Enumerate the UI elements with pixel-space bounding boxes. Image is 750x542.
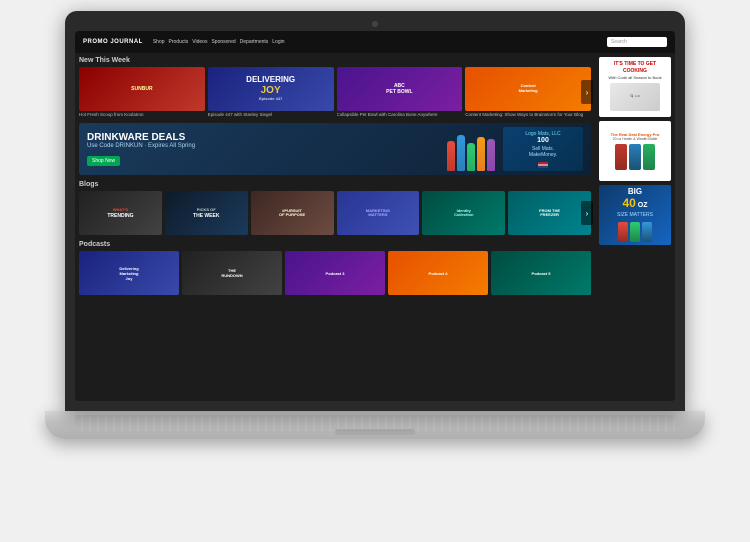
banner-title: DRINKWARE DEALS <box>87 132 439 143</box>
thumb-img-3: ABCPET BOWL <box>337 67 463 111</box>
screen-bezel: PROMO JOURNAL Shop Products Videos Spons… <box>65 11 685 411</box>
screen: PROMO JOURNAL Shop Products Videos Spons… <box>75 31 675 401</box>
nav-logo: PROMO JOURNAL <box>83 39 143 45</box>
podcast-2[interactable]: THERUNDOWN <box>182 251 282 295</box>
blog-4[interactable]: MARKETINGMATTERS <box>337 191 420 235</box>
search-placeholder: Search <box>611 39 627 45</box>
thumb-item-2[interactable]: DELIVERING JOY Episode 447 Episode 447 w… <box>208 67 334 117</box>
sidebar-ad-1[interactable]: IT'S TIME TO GET COOKING With Code all S… <box>599 57 671 117</box>
next-arrow[interactable]: › <box>581 80 593 104</box>
banner-section: DRINKWARE DEALS Use Code DRINKUN · Expir… <box>79 123 591 175</box>
thumb-item-3[interactable]: ABCPET BOWL Collapsible Pet Bowl with Ca… <box>337 67 463 117</box>
laptop-base <box>45 411 705 439</box>
thumb-item-4[interactable]: ContentMarketing Content Marketing: Show… <box>465 67 591 117</box>
nav-sponsored[interactable]: Sponsored <box>211 39 235 45</box>
blogs-grid: WHAT'S TRENDING PICKS OF THE WEEK <box>79 191 591 235</box>
right-sidebar: IT'S TIME TO GET COOKING With Code all S… <box>595 53 675 401</box>
podcast-3[interactable]: Podcast 3 <box>285 251 385 295</box>
sidebar-ad-img-3: BIG40 OZ SIZE MATTERS <box>599 185 671 245</box>
main-content: New This Week SUNBUR Hot Fresh Scoop fro… <box>75 53 595 401</box>
blog-img-4: MARKETINGMATTERS <box>337 191 420 235</box>
content-area: New This Week SUNBUR Hot Fresh Scoop fro… <box>75 53 675 401</box>
website: PROMO JOURNAL Shop Products Videos Spons… <box>75 31 675 401</box>
camera <box>372 21 378 27</box>
podcasts-title: Podcasts <box>79 241 591 248</box>
podcast-1[interactable]: DeliveringMarketingJoy <box>79 251 179 295</box>
banner-subtitle: Use Code DRINKUN · Expires All Spring <box>87 143 439 149</box>
thumb-img-2: DELIVERING JOY Episode 447 <box>208 67 334 111</box>
blogs-title: Blogs <box>79 181 591 188</box>
nav-links: Shop Products Videos Sponsored Departmen… <box>153 39 285 45</box>
sidebar-ad-img-2: The Real Deal Energy Pro 20 oz Health & … <box>599 121 671 181</box>
logo-text: PROMO JOURNAL <box>83 39 143 45</box>
blog-img-5: IdentityCollection <box>422 191 505 235</box>
thumb-caption-3: Collapsible Pet Bowl with Carolina Bone … <box>337 112 463 117</box>
banner-products <box>447 127 495 171</box>
sidebar-ad-img-1: IT'S TIME TO GET COOKING With Code all S… <box>599 57 671 117</box>
blogs-section: Blogs WHAT'S TRENDING <box>79 181 591 235</box>
new-this-week-title: New This Week <box>79 57 591 64</box>
blog-3[interactable]: #PURSUITOF PURPOSE <box>251 191 334 235</box>
blog-img-6: FROM THEFREEZER <box>508 191 591 235</box>
logo-mats-title: Logo Mats, LLC100 <box>525 131 560 144</box>
nav-login[interactable]: Login <box>272 39 284 45</box>
thumb-caption-4: Content Marketing: Show Ways to Brainsto… <box>465 112 591 117</box>
blog-1[interactable]: WHAT'S TRENDING <box>79 191 162 235</box>
blog-img-3: #PURSUITOF PURPOSE <box>251 191 334 235</box>
keyboard <box>75 415 675 431</box>
nav-departments[interactable]: Departments <box>240 39 269 45</box>
podcast-4[interactable]: Podcast 4 <box>388 251 488 295</box>
blog-2[interactable]: PICKS OF THE WEEK <box>165 191 248 235</box>
banner-ad[interactable]: DRINKWARE DEALS Use Code DRINKUN · Expir… <box>79 123 591 175</box>
banner-text: DRINKWARE DEALS Use Code DRINKUN · Expir… <box>87 132 439 167</box>
thumb-img-1: SUNBUR <box>79 67 205 111</box>
blog-img-2: PICKS OF THE WEEK <box>165 191 248 235</box>
podcasts-section: Podcasts DeliveringMarketingJoy THERUNDO… <box>79 241 591 295</box>
nav-bar: PROMO JOURNAL Shop Products Videos Spons… <box>75 31 675 53</box>
nav-videos[interactable]: Videos <box>192 39 207 45</box>
banner-cta-button[interactable]: Shop Now <box>87 156 120 166</box>
thumb-item-1[interactable]: SUNBUR Hot Fresh Scoop from Koolatron <box>79 67 205 117</box>
podcasts-grid: DeliveringMarketingJoy THERUNDOWN Podcas… <box>79 251 591 295</box>
search-box[interactable]: Search <box>607 37 667 47</box>
thumb-caption-2: Episode 447 with Stanley Siegel <box>208 112 334 117</box>
sidebar-ad-2[interactable]: The Real Deal Energy Pro 20 oz Health & … <box>599 121 671 181</box>
podcast-5[interactable]: Podcast 5 <box>491 251 591 295</box>
blog-img-1: WHAT'S TRENDING <box>79 191 162 235</box>
new-this-week-section: New This Week SUNBUR Hot Fresh Scoop fro… <box>79 57 591 117</box>
laptop: PROMO JOURNAL Shop Products Videos Spons… <box>25 11 725 531</box>
thumb-img-4: ContentMarketing <box>465 67 591 111</box>
blog-6[interactable]: FROM THEFREEZER <box>508 191 591 235</box>
new-this-week-grid: SUNBUR Hot Fresh Scoop from Koolatron DE… <box>79 67 591 117</box>
blog-5[interactable]: IdentityCollection <box>422 191 505 235</box>
blogs-next-arrow[interactable]: › <box>581 201 593 225</box>
sidebar-ad-3[interactable]: BIG40 OZ SIZE MATTERS <box>599 185 671 245</box>
flag-icons <box>538 162 548 168</box>
nav-shop[interactable]: Shop <box>153 39 165 45</box>
thumb-caption-1: Hot Fresh Scoop from Koolatron <box>79 112 205 117</box>
logo-mats-ad[interactable]: Logo Mats, LLC100 Sell Mats.MakeMoney. <box>503 127 583 171</box>
nav-products[interactable]: Products <box>169 39 189 45</box>
